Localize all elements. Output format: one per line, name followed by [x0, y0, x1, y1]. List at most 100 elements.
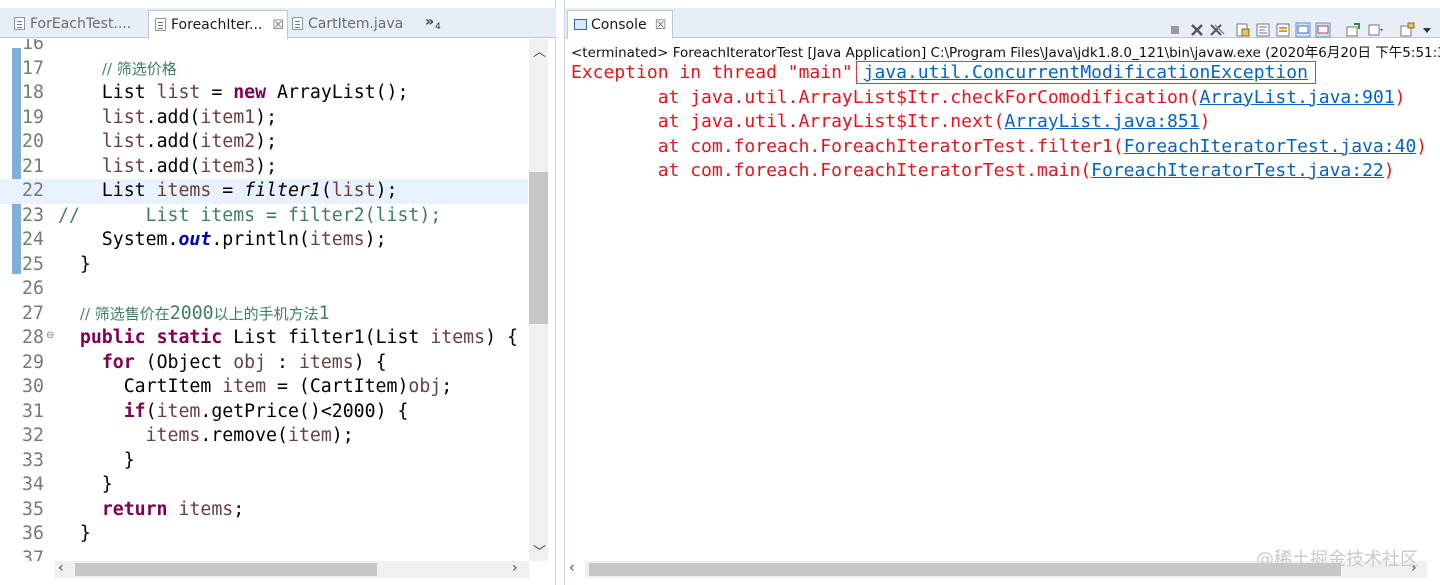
new-console-icon[interactable]: [1399, 22, 1415, 38]
tab-label: ForEachTest....: [30, 16, 132, 32]
line-number: 29: [22, 351, 44, 373]
tab-foreachiteratortest[interactable]: ForeachIter... ☒: [148, 10, 288, 39]
code-line[interactable]: 17 // 筛选价格: [0, 57, 528, 82]
console-horizontal-scroll-thumb[interactable]: [589, 563, 1341, 576]
line-number: 23: [22, 204, 44, 226]
code-text: list.add(item1);: [101, 106, 278, 128]
console-pane: Console ☒ <terminated> ForeachIteratorTes…: [564, 0, 1440, 585]
show-when-stdout-icon[interactable]: [1275, 22, 1291, 38]
code-line[interactable]: 36 }: [0, 522, 528, 547]
word-wrap-icon[interactable]: [1255, 22, 1271, 38]
scroll-down-icon[interactable]: ﹀: [533, 541, 546, 560]
scroll-lock-icon[interactable]: [1235, 22, 1251, 38]
console-toolbar: [1167, 22, 1437, 42]
tab-overflow-chevron-icon[interactable]: »: [425, 14, 434, 30]
line-number: 19: [22, 106, 44, 128]
code-line[interactable]: 37: [0, 547, 528, 562]
source-link[interactable]: ForeachIteratorTest.java:22: [1091, 160, 1384, 181]
editor-vertical-scroll-thumb[interactable]: [529, 172, 548, 324]
line-number: 27: [22, 302, 44, 324]
scroll-right-icon[interactable]: ›: [512, 560, 518, 576]
code-line[interactable]: 33 }: [0, 449, 528, 474]
pin-console-icon[interactable]: [1315, 22, 1331, 38]
stack-trace-line: at java.util.ArrayList$Itr.checkForComod…: [571, 86, 1406, 108]
code-line[interactable]: 22 List items = filter1(list);: [0, 179, 528, 204]
editor-horizontal-scroll-thumb[interactable]: [75, 563, 377, 576]
source-link[interactable]: ArrayList.java:901: [1200, 87, 1395, 108]
line-number: 33: [22, 449, 44, 471]
source-link[interactable]: ArrayList.java:851: [1004, 111, 1199, 132]
line-number: 35: [22, 498, 44, 520]
code-text: List list = new ArrayList();: [58, 82, 409, 103]
line-number: 31: [22, 400, 44, 422]
code-line[interactable]: 34 }: [0, 473, 528, 498]
line-number: 36: [22, 523, 44, 544]
close-tab-icon[interactable]: ☒: [655, 18, 667, 33]
code-line[interactable]: 19 list.add(item1);: [0, 106, 528, 131]
console-tab-label: Console: [591, 17, 647, 33]
tab-foreachtest[interactable]: ForEachTest....: [14, 10, 146, 38]
watermark: @稀土掘金技术社区: [1256, 549, 1418, 570]
code-text: list.add(item2);: [101, 131, 278, 152]
source-link[interactable]: ForeachIteratorTest.java:40: [1124, 136, 1417, 157]
code-text: }: [58, 449, 135, 471]
close-tab-icon[interactable]: ☒: [272, 18, 284, 33]
code-area[interactable]: 16 17 // 筛选价格 18 List list = new ArrayList…: [0, 39, 528, 561]
terminate-icon[interactable]: [1167, 22, 1183, 38]
code-line[interactable]: 27 // 筛选售价在2000以上的手机方法1: [0, 302, 528, 327]
display-console-icon[interactable]: [1345, 22, 1361, 38]
line-number: 25: [22, 253, 44, 275]
tab-console[interactable]: Console ☒: [567, 10, 674, 39]
code-line[interactable]: 30 CartItem item = (CartItem)obj;: [0, 375, 528, 400]
code-line[interactable]: 21 list.add(item3);: [0, 155, 528, 180]
code-line[interactable]: 18 List list = new ArrayList();: [0, 81, 528, 106]
code-line[interactable]: 20 list.add(item2);: [0, 130, 528, 155]
scroll-left-icon[interactable]: ‹: [58, 560, 64, 576]
tab-cartitem[interactable]: CartItem.java: [292, 10, 418, 38]
code-text: public static List filter1(List items) {: [79, 327, 518, 348]
line-number: 20: [22, 131, 44, 152]
open-console-icon[interactable]: [1367, 22, 1383, 38]
line-number: 22: [22, 180, 44, 201]
java-file-icon: [292, 17, 303, 30]
show-when-stderr-icon[interactable]: [1295, 22, 1311, 38]
stack-trace-line: at com.foreach.ForeachIteratorTest.main(…: [571, 160, 1395, 181]
code-text: for (Object obj : items) {: [101, 351, 387, 373]
line-number: 17: [22, 57, 44, 79]
code-line[interactable]: 29 for (Object obj : items) {: [0, 351, 528, 376]
view-menu-icon[interactable]: [1419, 22, 1435, 38]
code-text: CartItem item = (CartItem)obj;: [58, 376, 453, 397]
fold-toggle-icon[interactable]: ⊖: [46, 330, 54, 341]
code-line[interactable]: 23 // List items = filter2(list);: [0, 204, 528, 229]
line-number: 30: [22, 376, 44, 397]
scroll-left-icon[interactable]: ‹: [569, 560, 575, 576]
remove-launch-icon[interactable]: [1189, 22, 1205, 38]
code-line[interactable]: 24 System.out.println(items);: [0, 228, 528, 253]
tab-overflow-count: 4: [435, 22, 441, 32]
line-number: 28: [22, 327, 44, 348]
code-text: List items = filter1(list);: [58, 180, 398, 201]
code-text: }: [58, 523, 91, 544]
tab-label: CartItem.java: [308, 16, 404, 32]
stack-trace-line: at com.foreach.ForeachIteratorTest.filte…: [571, 135, 1428, 157]
remove-all-icon[interactable]: [1209, 22, 1225, 38]
code-line[interactable]: 25 }: [0, 253, 528, 278]
code-text: if(item.getPrice()<2000) {: [123, 400, 409, 422]
code-line[interactable]: 28 public static List filter1(List items…: [0, 326, 528, 351]
code-line[interactable]: 16: [0, 39, 528, 57]
line-number: 32: [22, 425, 44, 446]
exception-highlight-box: [855, 61, 1316, 84]
scroll-up-icon[interactable]: ︿: [533, 41, 546, 60]
code-text: return items;: [101, 498, 245, 520]
console-output: Exception in thread "main" java.util.Con…: [571, 61, 1433, 559]
code-line[interactable]: 31 if(item.getPrice()<2000) {: [0, 400, 528, 425]
code-line[interactable]: 35 return items;: [0, 498, 528, 523]
code-line[interactable]: 26: [0, 277, 528, 302]
code-line[interactable]: 32 items.remove(item);: [0, 424, 528, 449]
code-text: list.add(item3);: [101, 155, 278, 177]
stack-trace-line: at java.util.ArrayList$Itr.next(ArrayLis…: [571, 111, 1211, 132]
process-status-line: <terminated> ForeachIteratorTest [Java A…: [571, 45, 1440, 61]
console-icon: [574, 19, 587, 30]
code-text: System.out.println(items);: [58, 229, 387, 250]
code-text: }: [58, 253, 91, 275]
